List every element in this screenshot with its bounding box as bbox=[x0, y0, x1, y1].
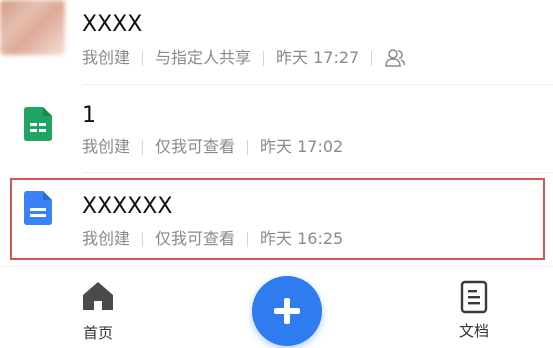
sheet-icon bbox=[24, 107, 52, 141]
file-row-2[interactable]: 1 我创建 仅我可查看 昨天 17:02 bbox=[0, 88, 553, 176]
file-time: 昨天 17:27 bbox=[276, 48, 360, 67]
selection-highlight bbox=[10, 178, 545, 260]
tab-home-label: 首页 bbox=[82, 324, 113, 342]
file-meta: 我创建 仅我可查看 昨天 17:02 bbox=[82, 139, 343, 155]
meta-separator bbox=[142, 50, 144, 66]
tab-documents[interactable]: 文档 bbox=[446, 280, 502, 341]
meta-separator bbox=[263, 50, 265, 66]
file-title: XXXX bbox=[82, 12, 143, 37]
meta-separator bbox=[371, 50, 373, 66]
file-owner: 我创建 bbox=[82, 137, 131, 156]
file-owner: 我创建 bbox=[82, 48, 131, 67]
file-permission: 与指定人共享 bbox=[155, 48, 252, 67]
file-thumbnail bbox=[0, 0, 65, 55]
meta-separator bbox=[247, 139, 249, 155]
home-icon bbox=[83, 282, 113, 310]
document-icon bbox=[460, 280, 488, 314]
file-time: 昨天 17:02 bbox=[260, 137, 344, 156]
file-meta: 我创建 与指定人共享 昨天 17:27 bbox=[82, 48, 406, 68]
file-permission: 仅我可查看 bbox=[155, 137, 236, 156]
file-row-1[interactable]: XXXX 我创建 与指定人共享 昨天 17:27 bbox=[0, 0, 553, 88]
share-people-icon bbox=[385, 49, 406, 67]
plus-icon bbox=[274, 298, 300, 324]
file-title: 1 bbox=[82, 103, 96, 128]
tab-home[interactable]: 首页 bbox=[70, 280, 126, 343]
row-divider bbox=[82, 172, 553, 173]
meta-separator bbox=[142, 139, 144, 155]
row-divider bbox=[82, 84, 553, 85]
tab-documents-label: 文档 bbox=[458, 322, 489, 340]
create-button[interactable] bbox=[252, 276, 322, 346]
